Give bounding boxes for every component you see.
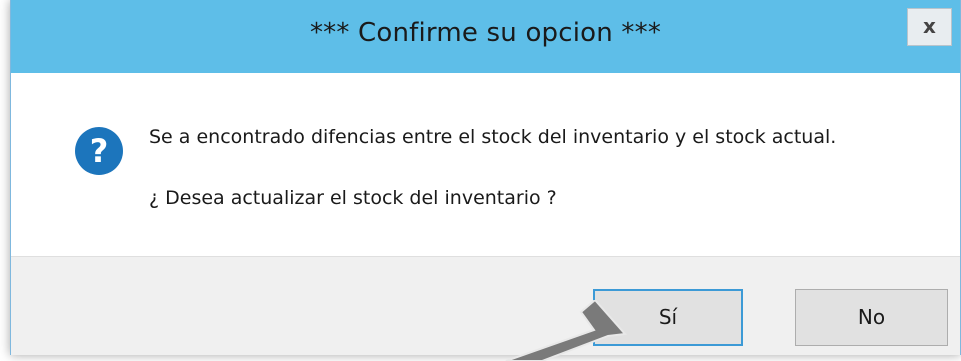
question-text: ¿ Desea actualizar el stock del inventar… <box>149 187 557 209</box>
no-button[interactable]: No <box>795 289 948 346</box>
question-icon: ? <box>75 127 123 175</box>
title-bar[interactable]: *** Confirme su opcion *** x <box>11 0 960 73</box>
pointer-arrow-icon <box>505 300 628 361</box>
close-icon: x <box>923 14 936 38</box>
close-button[interactable]: x <box>907 8 952 46</box>
message-text: Se a encontrado difencias entre el stock… <box>149 126 837 148</box>
dialog-title: *** Confirme su opcion *** <box>309 18 662 48</box>
dialog-content: ? Se a encontrado difencias entre el sto… <box>11 73 960 256</box>
question-glyph: ? <box>90 132 109 170</box>
